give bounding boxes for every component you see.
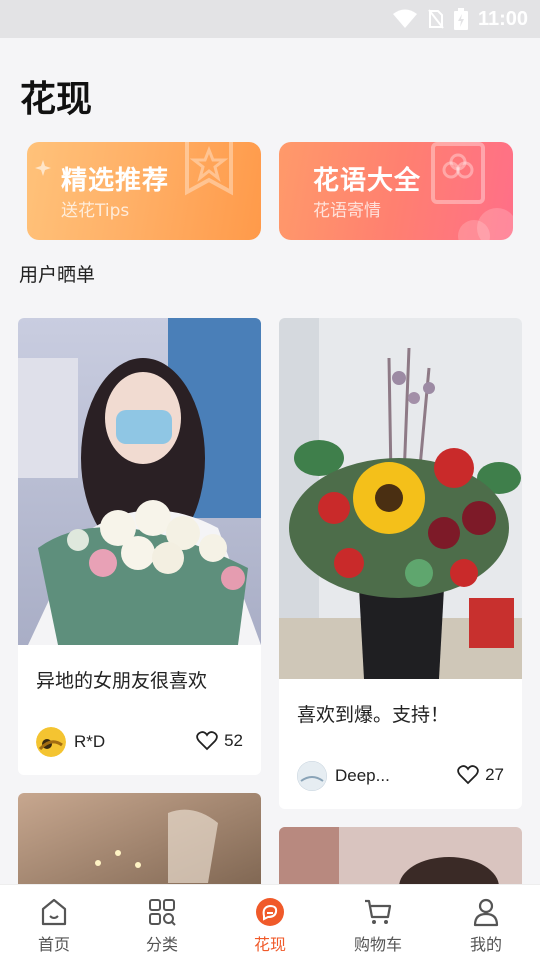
no-sim-icon (428, 9, 444, 29)
section-title: 用户晒单 (19, 264, 96, 286)
banner-recommend-title: 精选推荐 (61, 166, 170, 196)
post-caption: 喜欢到爆。支持！ (297, 704, 450, 726)
like-button[interactable]: 52 (196, 731, 243, 751)
post-author[interactable]: Deep... (297, 761, 390, 791)
cloud-deco-icon (458, 208, 513, 240)
tab-category-label: 分类 (145, 935, 178, 954)
tab-discover-label: 花现 (253, 935, 286, 954)
tab-home-label: 首页 (37, 935, 70, 954)
like-count: 27 (485, 765, 504, 784)
tab-profile[interactable]: 我的 (432, 885, 540, 961)
battery-charging-icon (453, 8, 468, 30)
post-photo (18, 793, 261, 893)
like-count: 52 (224, 731, 243, 750)
banner-flower-language-subtitle: 花语寄情 (313, 201, 381, 221)
post-card[interactable] (18, 793, 261, 893)
tab-cart-label: 购物车 (353, 935, 402, 954)
home-icon (41, 898, 67, 926)
post-caption: 异地的女朋友很喜欢 (36, 670, 208, 692)
tab-category[interactable]: 分类 (108, 885, 216, 961)
discover-icon (256, 898, 284, 926)
bottom-tab-bar: 首页 分类 花现 购物车 我的 (0, 884, 540, 961)
banner-flower-language[interactable]: 花语大全 花语寄情 (279, 142, 513, 240)
tab-home[interactable]: 首页 (0, 885, 108, 961)
tab-cart[interactable]: 购物车 (324, 885, 432, 961)
post-photo (279, 318, 522, 679)
post-author[interactable]: R*D (36, 727, 105, 757)
book-icon (431, 142, 485, 204)
category-icon (149, 899, 176, 926)
avatar (36, 727, 66, 757)
author-name: Deep... (335, 766, 390, 785)
wifi-icon (392, 9, 417, 28)
tab-profile-label: 我的 (469, 935, 502, 954)
bookmark-star-icon (185, 142, 233, 196)
cart-icon (365, 899, 392, 924)
page-title: 花现 (20, 79, 93, 120)
like-button[interactable]: 27 (457, 765, 504, 785)
author-name: R*D (74, 732, 106, 751)
post-card[interactable]: 喜欢到爆。支持！ Deep... 27 (279, 318, 522, 809)
profile-icon (473, 898, 499, 927)
sparkle-icon (35, 160, 51, 176)
status-time: 11:00 (477, 7, 528, 30)
avatar (297, 761, 327, 791)
heart-icon (196, 731, 218, 751)
banner-flower-language-title: 花语大全 (313, 166, 422, 196)
banner-recommend[interactable]: 精选推荐 送花Tips (27, 142, 261, 240)
banner-recommend-subtitle: 送花Tips (61, 201, 130, 221)
status-bar: 11:00 (0, 0, 540, 38)
tab-discover[interactable]: 花现 (216, 885, 324, 961)
post-photo (18, 318, 261, 645)
heart-icon (457, 765, 479, 785)
post-card[interactable]: 异地的女朋友很喜欢 R*D 52 (18, 318, 261, 775)
